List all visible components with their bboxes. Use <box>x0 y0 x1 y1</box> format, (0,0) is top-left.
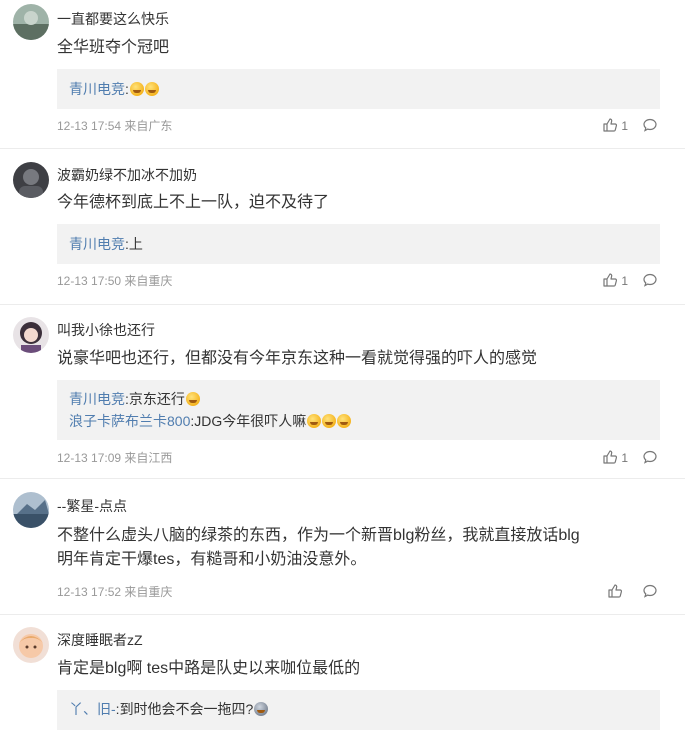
avatar[interactable] <box>13 317 49 353</box>
reply-button[interactable] <box>642 583 658 601</box>
reply-username[interactable]: 青川电竞 <box>69 236 125 252</box>
avatar[interactable] <box>13 627 49 663</box>
laugh-emoji <box>322 414 337 428</box>
comment-meta: 12-13 17:54 来自广东 <box>57 118 172 134</box>
comment-bubble-icon <box>643 118 657 132</box>
comment-text: 今年德杯到底上不上一队，迫不及待了 <box>57 194 330 211</box>
like-count: 1 <box>621 451 629 465</box>
like-count: 1 <box>621 274 629 288</box>
like-button[interactable]: 1 <box>602 449 628 466</box>
comment-text: 不整什么虚头八脑的绿茶的东西，作为一个新晋blg粉丝，我就直接放话blg 明年肯… <box>57 524 657 572</box>
laugh-emoji <box>307 414 322 428</box>
comment-meta: 12-13 17:50 来自重庆 <box>57 273 172 289</box>
comment-text: 肯定是blg啊 tes中路是队史以来咖位最低的 <box>57 660 361 677</box>
thinking-emoji <box>129 82 144 96</box>
reply-line: 丫、旧-:到时他会不会一拖四? <box>69 699 269 719</box>
thumbs-up-icon <box>608 584 623 598</box>
thumbs-up-icon <box>603 450 618 464</box>
comment-text-line: 不整什么虚头八脑的绿茶的东西，作为一个新晋blg粉丝，我就直接放话blg <box>57 527 580 544</box>
username[interactable]: --繁星-点点 <box>57 497 127 515</box>
comment-text-line: 明年肯定干爆tes，有糙哥和小奶油没意外。 <box>57 551 367 568</box>
grin-emoji <box>185 392 200 406</box>
like-count: 1 <box>621 119 629 133</box>
reply-line: 青川电竞: <box>69 79 159 99</box>
comment-item: 波霸奶绿不加冰不加奶 今年德杯到底上不上一队，迫不及待了 青川电竞:上 12-1… <box>0 148 685 305</box>
reply-line: 浪子卡萨布兰卡800:JDG今年很吓人嘛 <box>69 411 352 431</box>
comment-source: 来自重庆 <box>124 274 173 288</box>
comment-text: 全华班夺个冠吧 <box>57 39 170 56</box>
reply-box: 青川电竞:上 <box>57 224 660 264</box>
avatar[interactable] <box>13 162 49 198</box>
reply-username[interactable]: 浪子卡萨布兰卡800 <box>69 413 190 429</box>
comment-item: 深度睡眠者zZ 肯定是blg啊 tes中路是队史以来咖位最低的 丫、旧-:到时他… <box>0 614 685 730</box>
reply-box: 青川电竞: <box>57 69 660 109</box>
comment-time: 12-13 17:09 <box>57 451 122 465</box>
comment-time: 12-13 17:50 <box>57 274 122 288</box>
comment-bubble-icon <box>643 450 657 464</box>
reply-button[interactable] <box>642 117 658 135</box>
laugh-emoji <box>337 414 352 428</box>
reply-line: 青川电竞:京东还行 <box>69 389 200 409</box>
comment-time: 12-13 17:52 <box>57 585 122 599</box>
thinking-emoji <box>144 82 159 96</box>
comment-meta: 12-13 17:52 来自重庆 <box>57 584 172 600</box>
reply-line: 青川电竞:上 <box>69 234 143 254</box>
reply-button[interactable] <box>642 449 658 467</box>
comment-meta: 12-13 17:09 来自江西 <box>57 450 172 466</box>
comment-source: 来自重庆 <box>124 585 173 599</box>
username[interactable]: 深度睡眠者zZ <box>57 631 143 649</box>
reply-box: 青川电竞:京东还行 浪子卡萨布兰卡800:JDG今年很吓人嘛 <box>57 380 660 440</box>
reply-username[interactable]: 青川电竞 <box>69 391 125 407</box>
like-button[interactable] <box>607 583 623 600</box>
thumbs-up-icon <box>603 273 618 287</box>
avatar[interactable] <box>13 492 49 528</box>
reply-text: JDG今年很吓人嘛 <box>194 413 307 429</box>
reply-username[interactable]: 青川电竞 <box>69 81 125 97</box>
avatar[interactable] <box>13 4 49 40</box>
comment-time: 12-13 17:54 <box>57 119 122 133</box>
like-button[interactable]: 1 <box>602 272 628 289</box>
comment-item: 叫我小徐也还行 说豪华吧也还行，但都没有今年京东这种一看就觉得强的吓人的感觉 青… <box>0 304 685 479</box>
comment-source: 来自广东 <box>124 119 173 133</box>
reply-text: 上 <box>128 236 143 252</box>
reply-text: 到时他会不会一拖四? <box>119 701 254 717</box>
username[interactable]: 叫我小徐也还行 <box>57 321 155 339</box>
thumbs-up-icon <box>603 118 618 132</box>
reply-username[interactable]: 丫、旧- <box>69 701 116 717</box>
reply-box: 丫、旧-:到时他会不会一拖四? <box>57 690 660 730</box>
like-button[interactable]: 1 <box>602 117 628 134</box>
username[interactable]: 波霸奶绿不加冰不加奶 <box>57 166 197 184</box>
comment-item: 一直都要这么快乐 全华班夺个冠吧 青川电竞: 12-13 17:54 来自广东 … <box>0 0 685 149</box>
reply-text: 京东还行 <box>128 391 185 407</box>
username[interactable]: 一直都要这么快乐 <box>57 10 169 28</box>
comment-bubble-icon <box>643 273 657 287</box>
comment-item: --繁星-点点 不整什么虚头八脑的绿茶的东西，作为一个新晋blg粉丝，我就直接放… <box>0 478 685 615</box>
shrug-emoji <box>254 702 269 716</box>
reply-separator: : <box>125 81 129 97</box>
comment-bubble-icon <box>643 584 657 598</box>
comment-source: 来自江西 <box>124 451 173 465</box>
comment-text: 说豪华吧也还行，但都没有今年京东这种一看就觉得强的吓人的感觉 <box>57 350 538 367</box>
reply-button[interactable] <box>642 272 658 290</box>
